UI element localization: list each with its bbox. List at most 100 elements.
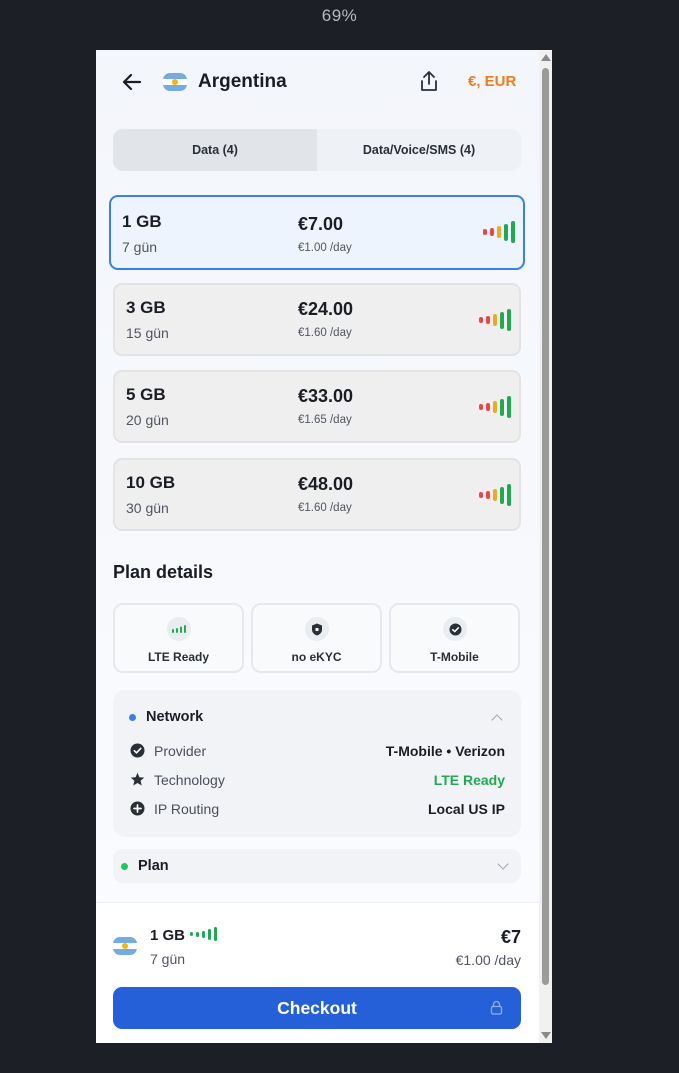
plan-duration: 15 gün: [126, 325, 169, 341]
check-circle-icon: [443, 617, 467, 641]
signal-bar: [486, 316, 490, 324]
signal-bar: [479, 492, 483, 498]
plan-size: 10 GB: [126, 473, 176, 492]
signal-bar: [493, 314, 497, 326]
plan-details-title: Plan details: [113, 562, 214, 582]
header: Argentina €, EUR: [96, 50, 539, 120]
plan-panel-title: Plan: [138, 858, 169, 874]
plan-price: €33.00: [298, 386, 354, 406]
plan-price-per-day: €1.00 /day: [298, 242, 352, 254]
signal-bar: [507, 309, 511, 331]
plan-panel[interactable]: Plan: [113, 849, 521, 883]
star-icon: [130, 772, 145, 786]
currency-selector[interactable]: €, EUR: [468, 73, 516, 90]
plus-circle-icon: [130, 801, 145, 816]
provider-value: T-Mobile • Verizon: [385, 743, 505, 759]
zoom-level: 69%: [321, 6, 358, 25]
plan-price-per-day: €1.65 /day: [298, 414, 352, 426]
signal-bar: [500, 486, 504, 504]
signal-bar: [507, 484, 511, 506]
argentina-flag-icon: [113, 937, 137, 955]
plan-price-per-day: €1.60 /day: [298, 502, 352, 514]
plan-price: €48.00: [298, 474, 354, 494]
provider-label: Provider: [154, 743, 207, 759]
signal-bar: [190, 932, 193, 936]
summary-price-per-day: €1.00 /day: [455, 952, 521, 968]
plan-size: 3 GB: [126, 298, 166, 317]
signal-bar: [490, 228, 494, 236]
plan-price: €7.00: [298, 214, 344, 234]
signal-bar: [511, 221, 515, 243]
feature-label: no eKYC: [291, 650, 342, 664]
signal-strength-icon: [479, 396, 511, 418]
scrollbar[interactable]: [539, 50, 552, 1043]
signal-bar: [196, 931, 199, 937]
signal-bar: [483, 229, 487, 235]
plan-type-tabs: Data (4) Data/Voice/SMS (4): [113, 129, 521, 171]
plan-card-5gb[interactable]: 5 GB 20 gün €33.00 €1.65 /day: [113, 370, 521, 443]
plan-card-1gb[interactable]: 1 GB 7 gün €7.00 €1.00 /day: [109, 195, 525, 270]
signal-bar: [214, 927, 217, 941]
signal-bar: [507, 396, 511, 418]
scrollbar-thumb[interactable]: [542, 68, 549, 985]
tab-data[interactable]: Data (4): [113, 129, 317, 171]
back-arrow-icon[interactable]: [118, 68, 146, 96]
shield-icon: [305, 617, 329, 641]
check-circle-icon: [130, 743, 145, 758]
plan-price-per-day: €1.60 /day: [298, 327, 352, 339]
share-icon[interactable]: [418, 69, 440, 93]
scroll-down-arrow-icon[interactable]: [541, 1032, 551, 1039]
feature-t-mobile: T-Mobile: [389, 603, 520, 673]
plan-duration: 20 gün: [126, 412, 169, 428]
chevron-up-icon[interactable]: [491, 714, 503, 726]
plan-size: 5 GB: [126, 385, 166, 404]
signal-bar: [497, 226, 501, 238]
signal-icon: [167, 617, 191, 641]
checkout-label: Checkout: [277, 997, 357, 1018]
lock-icon: [490, 1000, 503, 1015]
signal-bar: [202, 930, 205, 938]
ip-routing-label: IP Routing: [154, 801, 220, 817]
feature-no-ekyc: no eKYC: [251, 603, 382, 673]
plan-dot-icon: [121, 863, 128, 870]
signal-bar: [486, 491, 490, 499]
signal-strength-icon: [483, 221, 515, 243]
tab-data-voice-sms[interactable]: Data/Voice/SMS (4): [317, 129, 521, 171]
signal-strength-icon: [479, 484, 511, 506]
chevron-down-icon[interactable]: [497, 858, 509, 870]
plan-size: 1 GB: [122, 212, 162, 231]
signal-strength-icon: [190, 927, 217, 941]
signal-bar: [493, 401, 497, 413]
signal-bar: [500, 311, 504, 329]
signal-bar: [500, 398, 504, 416]
argentina-flag-icon: [163, 73, 187, 91]
technology-value: LTE Ready: [433, 772, 505, 788]
signal-bar: [493, 489, 497, 501]
checkout-button[interactable]: Checkout: [113, 987, 521, 1029]
ip-routing-value: Local US IP: [427, 801, 505, 817]
feature-label: T-Mobile: [430, 650, 479, 664]
signal-bar: [486, 403, 490, 411]
plan-card-3gb[interactable]: 3 GB 15 gün €24.00 €1.60 /day: [113, 283, 521, 356]
feature-label: LTE Ready: [147, 650, 210, 664]
network-panel: Network Provider T-Mobile • Verizon Tech…: [113, 690, 521, 837]
signal-bar: [479, 404, 483, 410]
network-title: Network: [146, 709, 204, 725]
feature-lte-ready: LTE Ready: [113, 603, 244, 673]
country-title: Argentina: [198, 71, 287, 92]
plan-card-10gb[interactable]: 10 GB 30 gün €48.00 €1.60 /day: [113, 458, 521, 531]
plan-duration: 7 gün: [122, 239, 158, 255]
signal-bar: [208, 928, 211, 940]
summary-size: 1 GB: [150, 927, 186, 944]
app-window: Argentina €, EUR Data (4) Data/Voice/SMS…: [96, 50, 552, 1043]
checkout-footer: 1 GB 7 gün €7 €1.00 /day Checkout: [96, 902, 539, 1043]
scroll-up-arrow-icon[interactable]: [541, 54, 551, 61]
plan-duration: 30 gün: [126, 500, 169, 516]
technology-label: Technology: [154, 772, 225, 788]
signal-strength-icon: [479, 309, 511, 331]
page-content: Argentina €, EUR Data (4) Data/Voice/SMS…: [96, 50, 539, 1043]
summary-price: €7: [500, 927, 521, 947]
network-dot-icon: [129, 714, 136, 721]
signal-bar: [504, 223, 508, 241]
signal-bar: [479, 317, 483, 323]
